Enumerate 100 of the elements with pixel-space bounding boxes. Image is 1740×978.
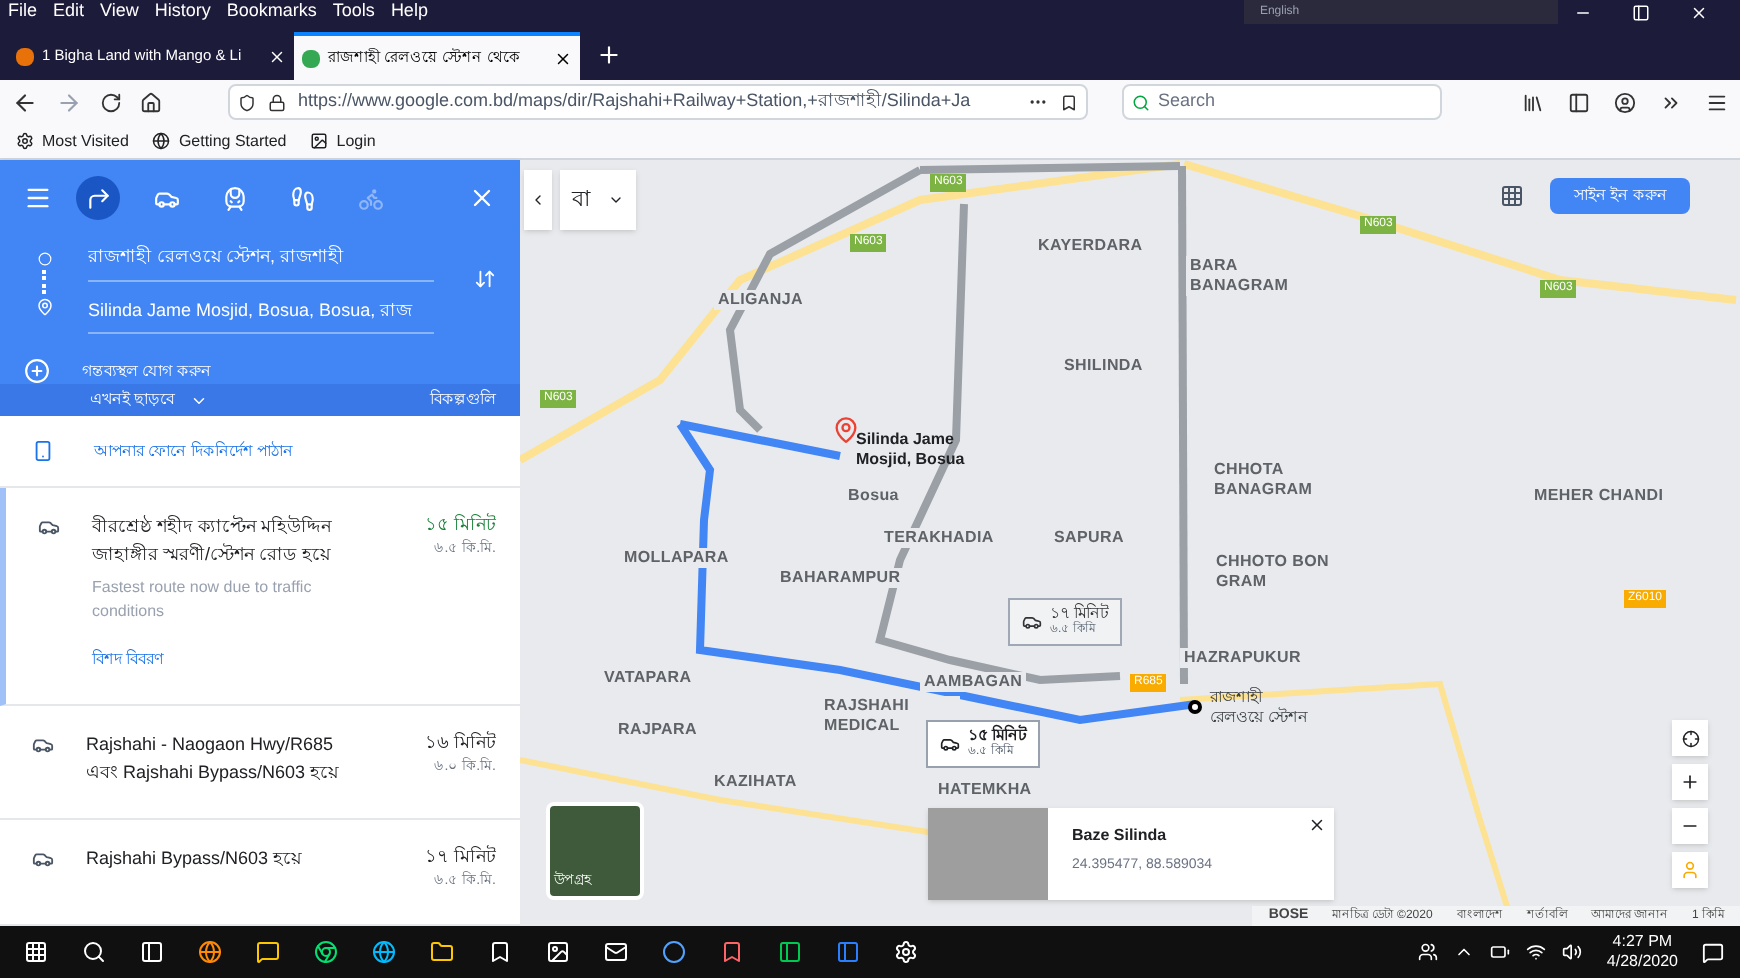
destination-field[interactable]: Silinda Jame Mosjid, Bosua, Bosua, রাজ <box>88 297 434 334</box>
notifications-icon[interactable] <box>1702 941 1724 963</box>
place-label: KAYERDARA <box>1034 236 1147 256</box>
browser-icon[interactable] <box>198 940 222 964</box>
home-icon[interactable] <box>140 91 162 113</box>
folder-icon[interactable] <box>430 940 454 964</box>
shield-icon <box>238 93 256 111</box>
place-label: ALIGANJA <box>714 290 807 310</box>
place-label: Bosua <box>844 486 903 506</box>
info-card-title: Baze Silinda <box>1072 824 1169 848</box>
chrome-icon[interactable] <box>314 940 338 964</box>
clock[interactable]: 4:27 PM 4/28/2020 <box>1598 932 1686 972</box>
app-icon[interactable] <box>662 940 686 964</box>
wifi-icon[interactable] <box>1526 942 1547 962</box>
search-icon <box>1132 93 1150 111</box>
walk-mode-icon <box>289 185 315 211</box>
phone-icon <box>32 440 54 462</box>
layer-dropdown[interactable]: বা <box>560 170 636 230</box>
address-bar[interactable]: https://www.google.com.bd/maps/dir/Rajshahi+Railway+Station,+রাজশাহী/Silinda+Ja <box>228 84 1088 120</box>
send-to-phone-text: আপনার ফোনে দিকনির্দেশ পাঠান <box>94 439 294 463</box>
bookmark-item[interactable]: Login <box>310 129 376 153</box>
favicon-icon <box>302 49 320 67</box>
close-tab-icon[interactable] <box>554 49 572 67</box>
details-link[interactable]: বিশদ বিবরণ <box>92 648 360 672</box>
route-name: Rajshahi - Naogaon Hwy/R685 এবং Rajshahi Bypass/N603 হয়ে <box>86 732 341 786</box>
car-icon <box>38 516 60 538</box>
connector-dots <box>42 270 46 294</box>
search-icon[interactable] <box>82 940 106 964</box>
menu-item[interactable]: View <box>100 0 139 26</box>
menu-item[interactable]: Tools <box>332 0 375 26</box>
restore-icon[interactable] <box>1632 3 1650 21</box>
place-label: MOLLAPARA <box>620 548 733 568</box>
close-icon[interactable] <box>1308 816 1326 834</box>
route-name: Rajshahi Bypass/N603 হয়ে <box>86 846 304 872</box>
mail-icon[interactable] <box>604 940 628 964</box>
menu-item[interactable]: Edit <box>53 0 85 26</box>
photo-placeholder <box>928 808 1048 900</box>
place-label: RAJSHAHI MEDICAL <box>820 696 960 736</box>
destination-label: Silinda Jame Mosjid, Bosua <box>856 430 967 470</box>
bookmark-item[interactable]: Getting Started <box>152 129 287 153</box>
people-icon[interactable] <box>1418 942 1439 962</box>
library-icon[interactable] <box>1522 91 1544 113</box>
place-label: AAMBAGAN <box>920 672 1027 692</box>
place-label: KAZIHATA <box>710 772 801 792</box>
menu-icon[interactable] <box>1706 91 1728 113</box>
menu-item[interactable]: Bookmarks <box>226 0 317 26</box>
overflow-icon[interactable] <box>1660 91 1682 113</box>
origin-field[interactable]: রাজশাহী রেলওয়ে স্টেশন, রাজশাহী <box>88 244 434 281</box>
map-pin-icon <box>832 416 860 444</box>
car-icon <box>940 734 960 754</box>
place-label: BAHARAMPUR <box>776 568 905 588</box>
sidebar-icon[interactable] <box>1568 91 1590 113</box>
location-icon <box>1681 729 1699 747</box>
my-location-button[interactable] <box>1672 720 1708 756</box>
place-label: HAZRAPUKUR <box>1180 648 1305 668</box>
battery-icon[interactable] <box>1490 942 1511 962</box>
plus-icon <box>1680 772 1700 792</box>
search-input[interactable]: Search <box>1158 88 1398 116</box>
menu-item[interactable]: Help <box>390 0 428 26</box>
origin-marker <box>1188 700 1202 714</box>
travel-mode-tab[interactable] <box>76 176 120 220</box>
car-icon <box>1022 612 1042 632</box>
car-icon <box>32 848 54 870</box>
menu-item[interactable]: File <box>8 0 38 26</box>
bike-mode-icon <box>357 185 383 211</box>
apps-icon[interactable] <box>1500 184 1524 208</box>
options-button[interactable]: বিকল্পগুলি <box>430 388 496 412</box>
add-icon <box>24 358 50 384</box>
car-icon <box>32 734 54 756</box>
task-view-icon[interactable] <box>140 940 164 964</box>
place-label: TERAKHADIA <box>880 528 998 548</box>
add-destination-link[interactable]: গন্তব্যস্থল যোগ করুন <box>82 359 211 383</box>
favicon-icon <box>16 47 34 65</box>
place-label: SAPURA <box>1050 528 1128 548</box>
swap-icon[interactable] <box>474 268 496 290</box>
transit-mode-icon <box>221 185 247 211</box>
bubble-time: ১৭ মিনিট <box>1050 604 1109 622</box>
reload-icon[interactable] <box>100 91 122 113</box>
zoom-in-button[interactable] <box>1672 764 1708 800</box>
depart-dropdown[interactable]: এখনই ছাড়বে <box>90 388 209 412</box>
menu-item[interactable]: History <box>154 0 211 26</box>
bookmark-item[interactable]: Most Visited <box>16 129 129 153</box>
start-icon[interactable] <box>24 940 48 964</box>
route-time: ১৫ মিনিট <box>424 512 496 538</box>
caret-icon <box>608 192 624 208</box>
volume-icon[interactable] <box>1562 942 1583 962</box>
origin-icon <box>37 252 51 266</box>
place-label: HATEMKHA <box>934 780 1036 800</box>
route-time: ১৬ মিনিট <box>424 730 496 756</box>
search-field[interactable]: Search <box>1122 84 1442 120</box>
person-icon <box>1680 860 1700 880</box>
lock-icon <box>268 93 286 111</box>
sign-in-button[interactable]: সাইন ইন করুন <box>1550 178 1691 214</box>
app-icon[interactable] <box>720 940 744 964</box>
map-view[interactable] <box>520 160 1740 926</box>
destination-pin-icon <box>35 298 53 316</box>
new-tab-icon[interactable] <box>596 42 622 68</box>
account-icon[interactable] <box>1614 91 1636 113</box>
place-label: MEHER CHANDI <box>1530 486 1668 506</box>
back-icon[interactable] <box>12 89 38 115</box>
